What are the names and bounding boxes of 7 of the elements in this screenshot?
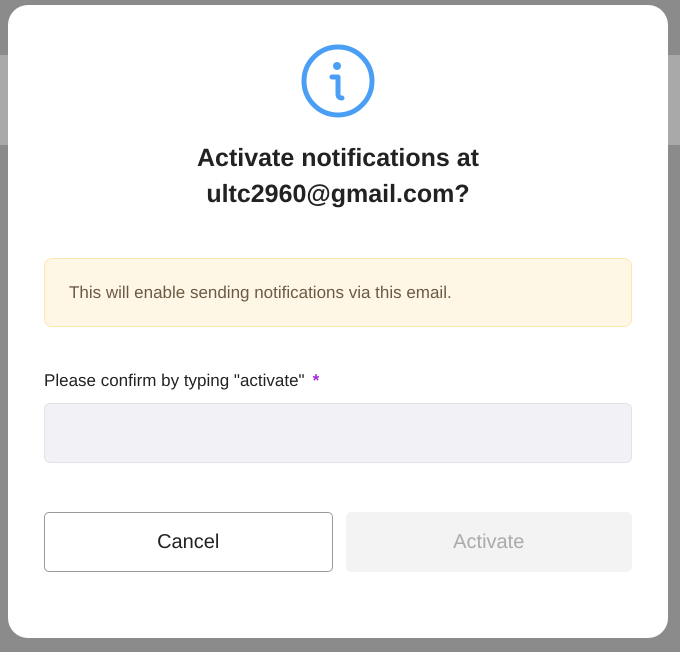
required-mark: * <box>312 371 320 390</box>
cancel-button[interactable]: Cancel <box>44 512 332 572</box>
input-field[interactable] <box>44 403 632 463</box>
info-icon <box>301 44 375 118</box>
field-label: Please confirm by typing "activate" <box>44 371 305 390</box>
dialog-title: Activate notifications at ultc2960@gmail.com? <box>196 143 480 210</box>
notice-text: This will enable sending notifications via this email. <box>69 282 452 302</box>
